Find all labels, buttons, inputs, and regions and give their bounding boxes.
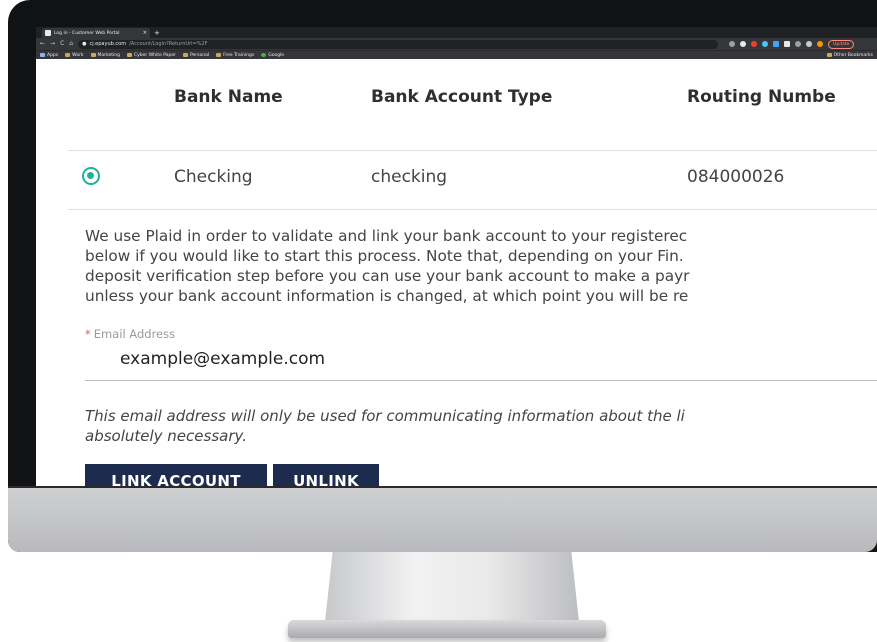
lock-icon: ● — [82, 41, 87, 47]
reload-icon[interactable]: C — [60, 38, 64, 50]
info-line: below if you would like to start this pr… — [85, 247, 684, 265]
info-line: unless your bank account information is … — [85, 287, 689, 305]
extensions-row: Update — [729, 39, 855, 49]
folder-icon — [826, 53, 832, 57]
folder-icon — [65, 53, 71, 57]
header-bank-name: Bank Name — [174, 87, 283, 107]
email-field[interactable]: example@example.com — [120, 349, 325, 369]
star-icon[interactable] — [740, 41, 747, 47]
browser-toolbar: ← → C ⌂ ● cj.epayub.com/Account/Login?Re… — [36, 38, 877, 50]
bookmark-free-trainings[interactable]: Free Trainings — [216, 53, 254, 58]
note-line: absolutely necessary. — [85, 427, 247, 445]
header-routing-number: Routing Numbe — [687, 87, 836, 107]
folder-icon — [90, 53, 96, 57]
email-usage-note: This email address will only be used for… — [85, 406, 877, 446]
extension-white-icon[interactable] — [784, 41, 791, 47]
table-divider — [68, 150, 877, 151]
monitor-screen: Log in - Customer Web Portal × + ← → C ⌂… — [36, 27, 877, 486]
other-bookmarks[interactable]: Other Bookmarks — [826, 53, 873, 58]
info-line: deposit verification step before you can… — [85, 267, 690, 285]
email-label: * Email Address — [85, 327, 175, 341]
unlink-button[interactable]: UNLINK — [273, 464, 379, 486]
favicon-icon — [45, 30, 51, 36]
plaid-info-text: We use Plaid in order to validate and li… — [85, 226, 877, 306]
forward-icon[interactable]: → — [50, 38, 55, 50]
table-divider — [68, 209, 877, 210]
folder-icon — [126, 53, 132, 57]
page-content: Bank Name Bank Account Type Routing Numb… — [36, 59, 877, 486]
required-marker: * — [85, 327, 91, 341]
puzzle-icon[interactable] — [806, 41, 813, 47]
cell-bank-name: Checking — [174, 167, 253, 187]
new-tab-button[interactable]: + — [154, 28, 160, 38]
bookmark-personal[interactable]: Personal — [182, 53, 209, 58]
bookmark-apps[interactable]: Apps — [40, 53, 58, 58]
monitor-stand-base — [288, 620, 606, 638]
back-icon[interactable]: ← — [40, 38, 45, 50]
monitor-chin — [8, 486, 877, 552]
header-bank-account-type: Bank Account Type — [371, 87, 553, 107]
profile-avatar-icon[interactable] — [817, 41, 824, 47]
monitor-stand — [325, 552, 579, 622]
browser-tab[interactable]: Log in - Customer Web Portal × — [42, 28, 150, 38]
google-icon — [261, 53, 267, 57]
email-label-text: Email Address — [93, 327, 176, 341]
home-icon[interactable]: ⌂ — [69, 38, 73, 50]
key-icon[interactable] — [729, 41, 736, 47]
extension-grey-icon[interactable] — [795, 41, 802, 47]
tab-title: Log in - Customer Web Portal — [54, 30, 120, 36]
address-bar[interactable]: ● cj.epayub.com/Account/Login?ReturnUrl=… — [78, 39, 719, 49]
cell-account-type: checking — [371, 167, 448, 187]
extension-square-icon[interactable] — [773, 41, 780, 47]
browser-tab-strip: Log in - Customer Web Portal × + — [36, 27, 877, 38]
url-path: /Account/Login?ReturnUrl=%2F — [129, 41, 208, 47]
bookmark-work[interactable]: Work — [65, 53, 84, 58]
bookmark-google[interactable]: Google — [261, 53, 284, 58]
apps-icon — [40, 53, 45, 57]
update-button[interactable]: Update — [828, 39, 855, 49]
bookmark-cyber-white-paper[interactable]: Cyber White Paper — [126, 53, 176, 58]
info-line: We use Plaid in order to validate and li… — [85, 227, 688, 245]
close-tab-icon[interactable]: × — [143, 30, 147, 36]
account-radio-button[interactable] — [82, 167, 100, 185]
extension-blue-icon[interactable] — [762, 41, 769, 47]
bookmark-marketing[interactable]: Marketing — [90, 53, 120, 58]
url-host: cj.epayub.com — [89, 41, 127, 47]
link-account-button[interactable]: LINK ACCOUNT — [85, 464, 267, 486]
email-field-underline — [85, 380, 877, 381]
extension-red-icon[interactable] — [751, 41, 758, 47]
folder-icon — [216, 53, 222, 57]
folder-icon — [182, 53, 188, 57]
note-line: This email address will only be used for… — [85, 407, 685, 425]
cell-routing-number: 084000026 — [687, 167, 785, 187]
bookmarks-bar: Apps Work Marketing Cyber White Paper Pe… — [36, 50, 877, 59]
